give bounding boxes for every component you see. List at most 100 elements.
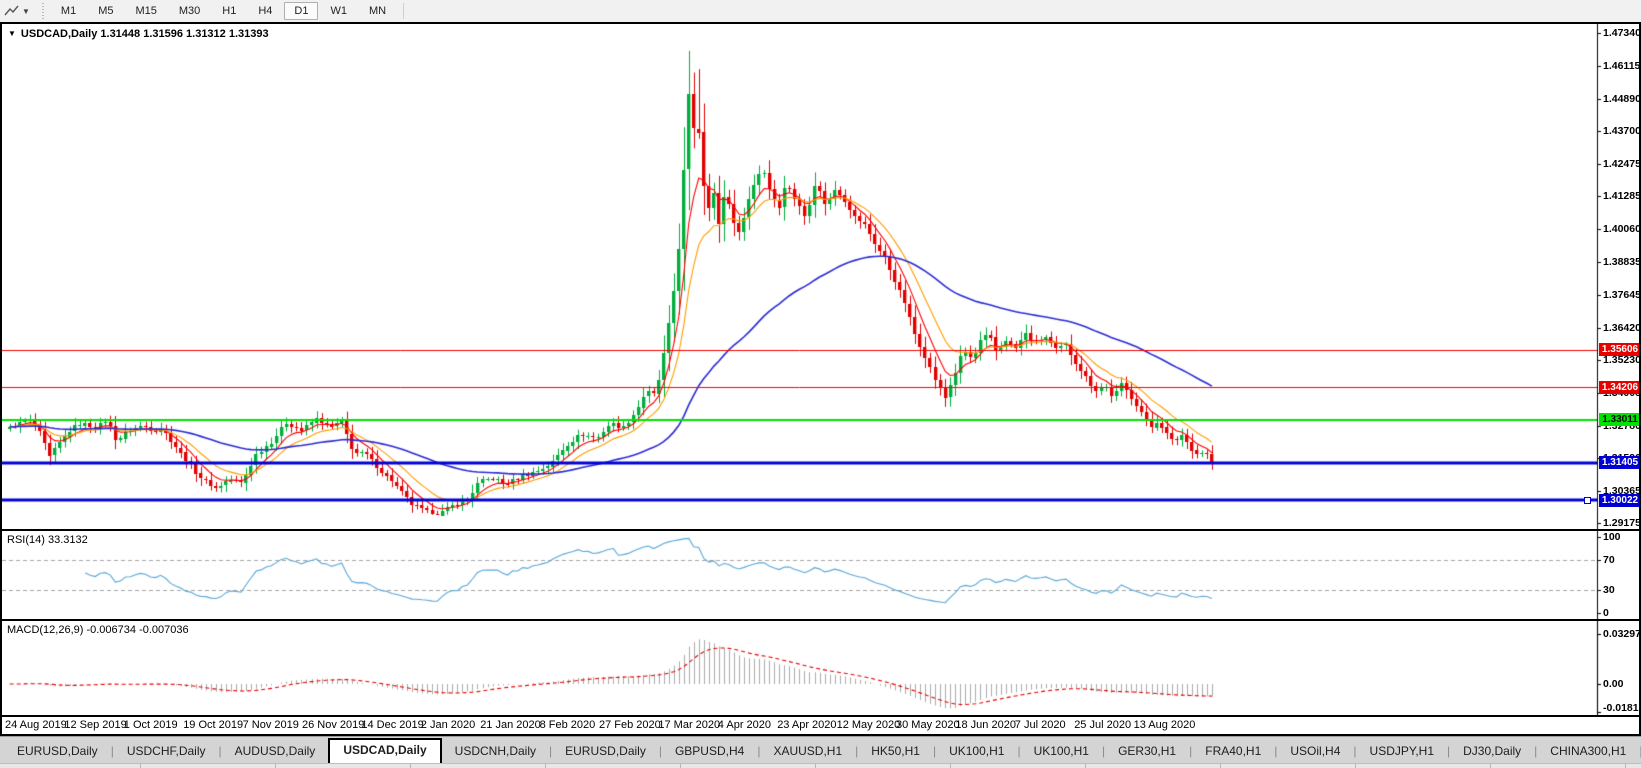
rsi-tick-label: 70 <box>1603 554 1615 566</box>
date-tick-label: 25 Jul 2020 <box>1074 719 1131 731</box>
rsi-pane[interactable]: RSI(14) 33.3132 100 70 30 0 <box>2 531 1639 621</box>
toolbar-separator <box>403 3 404 19</box>
date-axis[interactable]: 24 Aug 201912 Sep 20191 Oct 201919 Oct 2… <box>2 717 1639 734</box>
strip-divider <box>545 764 546 768</box>
strip-divider <box>1085 764 1086 768</box>
macd-tick-label: -0.018154 <box>1603 702 1639 714</box>
date-tick-label: 12 May 2020 <box>837 719 901 731</box>
chart-tab-fra40-12[interactable]: FRA40,H1 <box>1192 740 1274 763</box>
timeframe-toolbar: ▼ M1M5M15M30H1H4D1W1MN <box>0 0 1641 23</box>
timeframe-button-m1[interactable]: M1 <box>51 2 86 20</box>
rsi-tick-label: 30 <box>1603 584 1615 596</box>
rsi-tick-label: 100 <box>1603 531 1621 543</box>
chart-tab-usdchf-1[interactable]: USDCHF,Daily <box>114 740 219 763</box>
date-tick-label: 17 Mar 2020 <box>658 719 720 731</box>
price-tick-label: 1.37645 <box>1603 289 1639 301</box>
timeframe-button-w1[interactable]: W1 <box>320 2 357 20</box>
price-tick-label: 1.46115 <box>1603 60 1639 72</box>
timeframe-buttons: M1M5M15M30H1H4D1W1MN <box>50 2 397 20</box>
price-level-badge: 1.35606 <box>1599 343 1639 356</box>
price-tick-label: 1.47340 <box>1603 27 1639 39</box>
price-level-badge: 1.31405 <box>1599 456 1639 469</box>
chart-tab-uk100-9[interactable]: UK100,H1 <box>936 740 1017 763</box>
strip-divider <box>1220 764 1221 768</box>
price-pane[interactable]: ▼USDCAD,Daily 1.31448 1.31596 1.31312 1.… <box>2 24 1639 531</box>
chart-tab-china300-16[interactable]: CHINA300,H1 <box>1537 740 1639 763</box>
chart-tab-usdjpy-14[interactable]: USDJPY,H1 <box>1357 740 1447 763</box>
dropdown-caret-icon[interactable]: ▼ <box>22 7 30 16</box>
tab-bottom-strip <box>0 763 1641 768</box>
line-studies-icon-glyph <box>4 4 20 18</box>
chart-title: ▼USDCAD,Daily 1.31448 1.31596 1.31312 1.… <box>8 28 269 40</box>
date-tick-label: 7 Nov 2019 <box>243 719 299 731</box>
rsi-tick-label: 0 <box>1603 607 1609 619</box>
macd-pane[interactable]: MACD(12,26,9) -0.006734 -0.007036 0.0329… <box>2 621 1639 717</box>
timeframe-button-m30[interactable]: M30 <box>169 2 210 20</box>
chart-tab-dj30-15[interactable]: DJ30,Daily <box>1450 740 1534 763</box>
line-studies-icon[interactable]: ▼ <box>0 1 34 21</box>
strip-divider <box>275 764 276 768</box>
timeframe-button-mn[interactable]: MN <box>359 2 396 20</box>
date-tick-label: 1 Oct 2019 <box>124 719 178 731</box>
strip-divider <box>1355 764 1356 768</box>
chart-tab-eurusd-5[interactable]: EURUSD,Daily <box>552 740 659 763</box>
chart-tab-usdcnh-4[interactable]: USDCNH,Daily <box>442 740 549 763</box>
strip-divider <box>680 764 681 768</box>
price-level-badge: 1.33011 <box>1599 413 1639 426</box>
price-tick-label: 1.42475 <box>1603 158 1639 170</box>
chart-tab-gbpusd-6[interactable]: GBPUSD,H4 <box>662 740 757 763</box>
rsi-canvas[interactable] <box>2 531 1639 619</box>
date-tick-label: 27 Feb 2020 <box>599 719 661 731</box>
chart-tab-eurusd-0[interactable]: EURUSD,Daily <box>4 740 111 763</box>
date-tick-label: 21 Jan 2020 <box>480 719 541 731</box>
date-tick-label: 4 Apr 2020 <box>718 719 771 731</box>
date-tick-label: 12 Sep 2019 <box>64 719 126 731</box>
date-tick-label: 2 Jan 2020 <box>421 719 475 731</box>
chart-title-collapse-icon[interactable]: ▼ <box>8 29 16 38</box>
chart-tab-usdcad-3[interactable]: USDCAD,Daily <box>328 738 441 763</box>
level-line-handle[interactable] <box>1584 497 1591 504</box>
strip-divider <box>410 764 411 768</box>
macd-label: MACD(12,26,9) -0.006734 -0.007036 <box>7 624 189 636</box>
date-tick-label: 24 Aug 2019 <box>5 719 67 731</box>
price-tick-label: 1.29175 <box>1603 517 1639 529</box>
date-tick-label: 7 Jul 2020 <box>1015 719 1066 731</box>
chart-tab-row: EURUSD,Daily|USDCHF,Daily|AUDUSD,DailyUS… <box>0 738 1641 763</box>
chart-title-ohlc: 1.31448 1.31596 1.31312 1.31393 <box>100 28 268 40</box>
chart-tab-uk100-10[interactable]: UK100,H1 <box>1021 740 1102 763</box>
date-tick-label: 13 Aug 2020 <box>1134 719 1196 731</box>
strip-divider <box>815 764 816 768</box>
price-tick-label: 1.41285 <box>1603 190 1639 202</box>
chart-tab-audusd-2[interactable]: AUDUSD,Daily <box>222 740 329 763</box>
timeframe-button-h1[interactable]: H1 <box>212 2 246 20</box>
date-tick-label: 23 Apr 2020 <box>777 719 836 731</box>
rsi-label: RSI(14) 33.3132 <box>7 534 88 546</box>
price-tick-label: 1.44890 <box>1603 93 1639 105</box>
price-level-badge: 1.30022 <box>1599 494 1639 507</box>
price-tick-label: 1.38835 <box>1603 256 1639 268</box>
price-canvas[interactable] <box>2 24 1639 529</box>
strip-divider <box>1625 764 1626 768</box>
chart-tab-bar: EURUSD,Daily|USDCHF,Daily|AUDUSD,DailyUS… <box>0 736 1641 768</box>
chart-tab-hk50-8[interactable]: HK50,H1 <box>858 740 933 763</box>
chart-tab-ger30-11[interactable]: GER30,H1 <box>1105 740 1189 763</box>
timeframe-button-h4[interactable]: H4 <box>248 2 282 20</box>
strip-divider <box>140 764 141 768</box>
date-tick-label: 30 May 2020 <box>896 719 960 731</box>
macd-canvas[interactable] <box>2 621 1639 715</box>
timeframe-button-m15[interactable]: M15 <box>125 2 166 20</box>
chart-tab-usoil-13[interactable]: USOil,H4 <box>1277 740 1353 763</box>
date-tick-label: 14 Dec 2019 <box>361 719 423 731</box>
macd-tick-label: 0.032972 <box>1603 628 1639 640</box>
chart-window: ▼USDCAD,Daily 1.31448 1.31596 1.31312 1.… <box>0 22 1641 736</box>
chart-tab-xauusd-7[interactable]: XAUUSD,H1 <box>760 740 855 763</box>
strip-divider <box>1490 764 1491 768</box>
toolbar-grip <box>42 3 44 19</box>
macd-tick-label: 0.00 <box>1603 678 1623 690</box>
mt4-application: ▼ M1M5M15M30H1H4D1W1MN ▼USDCAD,Daily 1.3… <box>0 0 1641 768</box>
strip-divider <box>950 764 951 768</box>
timeframe-button-m5[interactable]: M5 <box>88 2 123 20</box>
price-level-badge: 1.34206 <box>1599 381 1639 394</box>
timeframe-button-d1[interactable]: D1 <box>284 2 318 20</box>
price-tick-label: 1.36420 <box>1603 322 1639 334</box>
